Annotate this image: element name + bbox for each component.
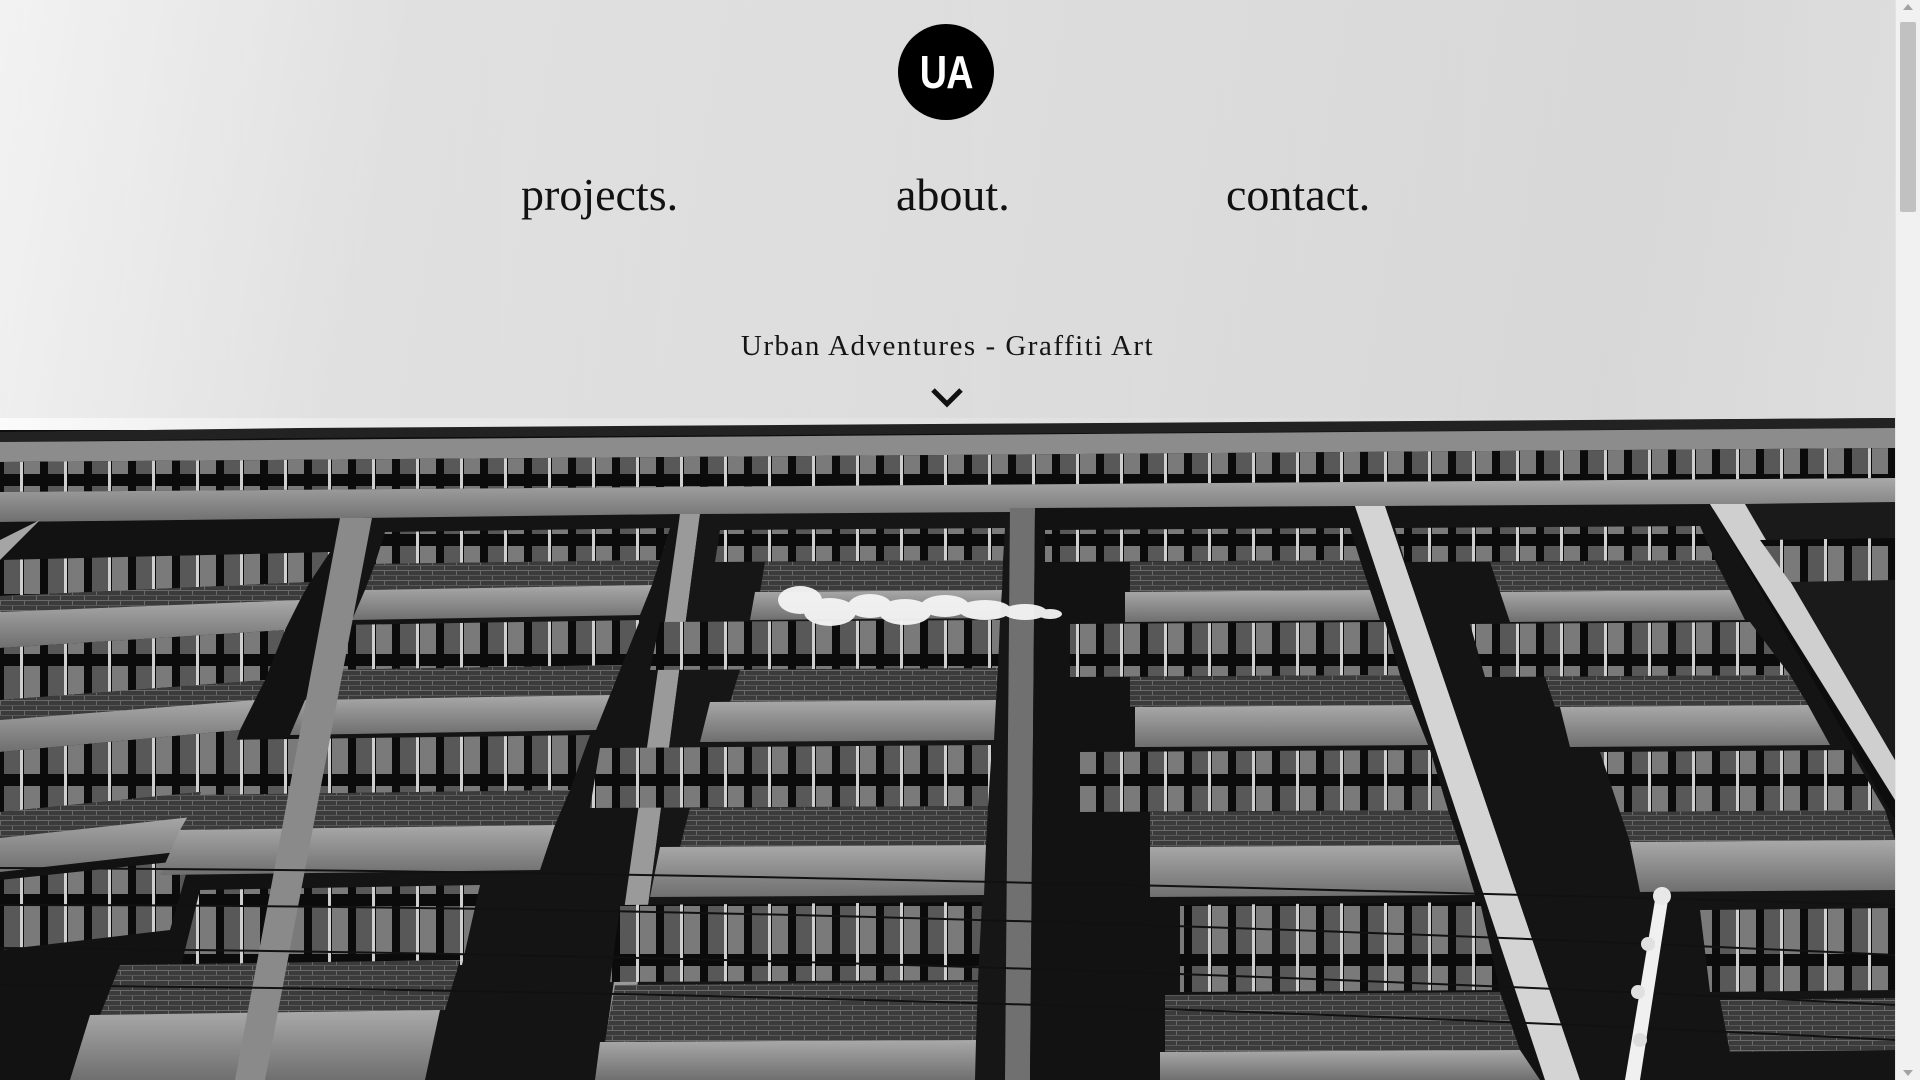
main-nav: projects. about. contact.	[0, 168, 1895, 228]
page: UA projects. about. contact. Urban Adven…	[0, 0, 1920, 1080]
hero-subtitle: Urban Adventures - Graffiti Art	[740, 330, 1155, 362]
chevron-down-icon[interactable]	[930, 386, 964, 410]
vertical-scrollbar[interactable]	[1895, 0, 1920, 1080]
nav-projects-link[interactable]: projects.	[521, 168, 678, 221]
nav-contact-link[interactable]: contact.	[1226, 168, 1370, 221]
scroll-up-arrow-icon[interactable]	[1903, 4, 1913, 10]
scrollbar-thumb[interactable]	[1900, 22, 1916, 212]
logo-text: UA	[919, 46, 974, 98]
nav-about-link[interactable]: about.	[896, 168, 1010, 221]
logo[interactable]: UA	[898, 24, 994, 120]
hero-building-photo	[0, 0, 1895, 1080]
scroll-down-arrow-icon[interactable]	[1903, 1070, 1913, 1076]
viewport: UA projects. about. contact. Urban Adven…	[0, 0, 1895, 1080]
